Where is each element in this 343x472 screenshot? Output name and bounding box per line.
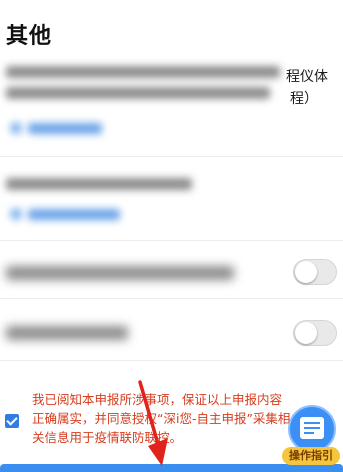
document-icon xyxy=(300,417,324,439)
operation-guide-button[interactable]: 操作指引 xyxy=(282,405,340,467)
guide-label: 操作指引 xyxy=(282,447,340,465)
arrow-annotation-icon xyxy=(138,380,168,466)
arrow-shaft xyxy=(138,380,160,446)
arrow-head xyxy=(148,438,168,466)
